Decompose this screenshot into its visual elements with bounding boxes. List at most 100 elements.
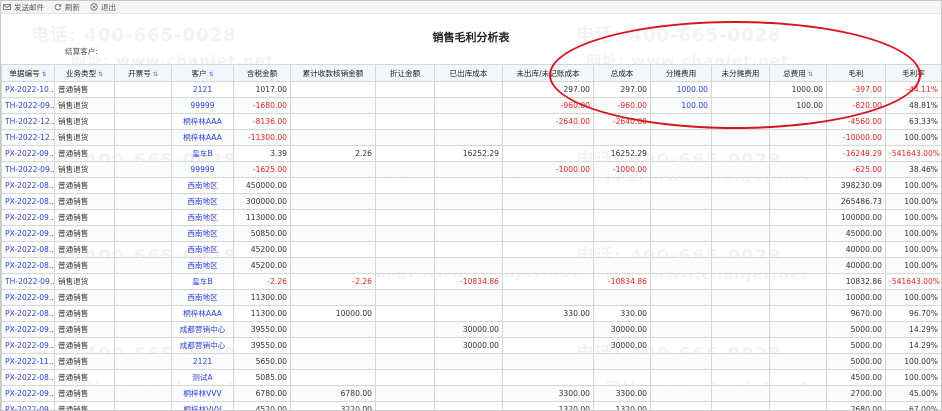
table-row[interactable]: TH-2022-09... 销售退货 玺车B -2.26 -2.26 -10834.86-… — [1, 273, 941, 290]
table-row[interactable]: PX-2022-08... 普通销售 西南地区 300000.00 265486.73 1… — [1, 193, 941, 210]
table-row[interactable]: PX-2022-08... 普通销售 桐梓林AAA 11300.00 10000.00 3… — [1, 305, 941, 322]
table-row[interactable]: PX-2022-09... 普通销售 桐梓林VVV 6780.00 6780.00 330… — [1, 385, 941, 402]
table-row[interactable]: PX-2022-09... 普通销售 玺车B 3.39 2.26 16252.29 1625… — [1, 145, 941, 162]
table-row[interactable]: PX-2022-09... 普通销售 西南地区 50850.00 45000.00 100… — [1, 225, 941, 242]
table-row[interactable]: PX-2022-11... 普通销售 2121 5650.00 5000.00 100.0… — [1, 353, 941, 370]
cell-doc-no[interactable]: TH-2022-09... — [1, 273, 55, 290]
cell-customer[interactable]: 西南地区 — [171, 257, 234, 274]
col-header-unshipped-cost[interactable]: 未出库/未记账成本 — [502, 64, 594, 82]
sort-icon[interactable]: ⇅ — [42, 71, 47, 78]
table-row[interactable]: PX-2022-09... 普通销售 成都营销中心 39550.00 30000.00 3… — [1, 321, 941, 338]
col-header-total-expense[interactable]: 总费用 ⇅ — [769, 64, 827, 82]
col-header-discount[interactable]: 折让金额 — [375, 64, 435, 82]
cell-customer[interactable]: 99999 — [171, 161, 234, 178]
table-row[interactable]: TH-2022-12... 销售退货 桐梓林AAA -8136.00 -2640.00-… — [1, 113, 941, 130]
cell-doc-no[interactable]: PX-2022-10... — [1, 81, 55, 98]
cell-doc-no[interactable]: PX-2022-08... — [1, 257, 55, 274]
cell-doc-no[interactable]: PX-2022-11... — [1, 353, 55, 370]
exit-button[interactable]: 退出 — [90, 2, 116, 13]
cell-customer[interactable]: 桐梓林AAA — [171, 113, 234, 130]
cell-customer[interactable]: 桐梓林VVV — [171, 401, 234, 410]
col-header-received-amount[interactable]: 累计收款核销金额 — [290, 64, 376, 82]
cell-doc-no[interactable]: PX-2022-09... — [1, 385, 55, 402]
cell-business-type: 销售退货 — [54, 161, 115, 178]
cell-unshipped-cost — [502, 273, 594, 290]
col-header-shipped-cost[interactable]: 已出库成本 — [434, 64, 503, 82]
table-row[interactable]: PX-2022-08... 普通销售 西南地区 45200.00 40000.00 100… — [1, 257, 941, 274]
cell-customer[interactable]: 2121 — [171, 353, 234, 370]
table-row[interactable]: TH-2022-09... 销售退货 99999 -1680.00 -960.00 -96… — [1, 97, 941, 114]
cell-margin-rate: 100.00% — [885, 241, 941, 258]
table-row[interactable]: PX-2022-08... 普通销售 西南地区 450000.00 398230.09 1… — [1, 177, 941, 194]
cell-shipped-cost — [434, 305, 503, 322]
cell-received-amount: 6780.00 — [290, 385, 376, 402]
col-header-customer[interactable]: 客户 ⇅ — [171, 64, 234, 82]
cell-customer[interactable]: 西南地区 — [171, 177, 234, 194]
sort-icon[interactable]: ⇅ — [98, 71, 103, 78]
cell-customer[interactable]: 成都营销中心 — [171, 337, 234, 354]
table-row[interactable]: PX-2022-09... 普通销售 西南地区 11300.00 10000.00 100… — [1, 289, 941, 306]
col-header-gross-profit[interactable]: 毛利 — [826, 64, 886, 82]
cell-tax-amount: 11300.00 — [233, 289, 291, 306]
sort-icon[interactable]: ⇅ — [808, 71, 813, 78]
table-row[interactable]: PX-2022-09... 普通销售 西南地区 113000.00 100000.00 1… — [1, 209, 941, 226]
col-header-doc-no[interactable]: 单据编号 ⇅ — [1, 64, 55, 82]
cell-doc-no[interactable]: PX-2022-09... — [1, 401, 55, 410]
cell-business-type: 普通销售 — [54, 81, 115, 98]
cell-doc-no[interactable]: PX-2022-09... — [1, 289, 55, 306]
cell-customer[interactable]: 成都营销中心 — [171, 321, 234, 338]
cell-doc-no[interactable]: TH-2022-09... — [1, 161, 55, 178]
col-header-total-cost[interactable]: 总成本 — [593, 64, 651, 82]
col-header-business-type[interactable]: 业务类型 ⇅ — [54, 64, 115, 82]
cell-customer[interactable]: 测试A — [171, 369, 234, 386]
cell-customer[interactable]: 西南地区 — [171, 289, 234, 306]
cell-doc-no[interactable]: PX-2022-08... — [1, 305, 55, 322]
cell-doc-no[interactable]: TH-2022-12... — [1, 129, 55, 146]
cell-unshipped-cost — [502, 369, 594, 386]
cell-doc-no[interactable]: TH-2022-12... — [1, 113, 55, 130]
cell-customer[interactable]: 玺车B — [171, 273, 234, 290]
cell-doc-no[interactable]: PX-2022-08... — [1, 177, 55, 194]
table-row[interactable]: PX-2022-10... 普通销售 2121 1017.00 297.00 297.00… — [1, 81, 941, 98]
cell-customer[interactable]: 桐梓林AAA — [171, 129, 234, 146]
col-header-unallocated-expense[interactable]: 未分摊费用 — [711, 64, 770, 82]
cell-received-amount — [290, 113, 376, 130]
cell-doc-no[interactable]: PX-2022-09... — [1, 321, 55, 338]
cell-total-expense — [769, 145, 827, 162]
cell-doc-no[interactable]: PX-2022-08... — [1, 241, 55, 258]
table-row[interactable]: PX-2022-09... 普通销售 成都营销中心 39550.00 30000.00 3… — [1, 337, 941, 354]
cell-customer[interactable]: 西南地区 — [171, 209, 234, 226]
cell-customer[interactable]: 西南地区 — [171, 225, 234, 242]
cell-doc-no[interactable]: PX-2022-09... — [1, 209, 55, 226]
col-header-invoice-no[interactable]: 开票号 ⇅ — [114, 64, 172, 82]
cell-tax-amount: 6780.00 — [233, 385, 291, 402]
col-header-margin-rate[interactable]: 毛利率 — [885, 64, 941, 82]
send-email-button[interactable]: 发送邮件 — [3, 2, 44, 13]
refresh-button[interactable]: 刷新 — [54, 2, 80, 13]
table-row[interactable]: TH-2022-12... 销售退货 桐梓林AAA -11300.00 -10000.0… — [1, 129, 941, 146]
col-header-tax-amount[interactable]: 含税金额 — [233, 64, 291, 82]
cell-customer[interactable]: 桐梓林VVV — [171, 385, 234, 402]
cell-total-cost: -960.00 — [593, 97, 651, 114]
cell-customer[interactable]: 西南地区 — [171, 193, 234, 210]
cell-customer[interactable]: 玺车B — [171, 145, 234, 162]
cell-customer[interactable]: 2121 — [171, 81, 234, 98]
cell-customer[interactable]: 西南地区 — [171, 241, 234, 258]
table-row[interactable]: PX-2022-08... 普通销售 西南地区 45200.00 40000.00 100… — [1, 241, 941, 258]
cell-doc-no[interactable]: PX-2022-08... — [1, 369, 55, 386]
table-row[interactable]: TH-2022-09... 销售退货 99999 -1625.00 -1000.00 -1… — [1, 161, 941, 178]
sort-icon[interactable]: ⇅ — [209, 71, 214, 78]
table-row[interactable]: PX-2022-09... 普通销售 桐梓林VVV 4520.00 3220.00 132… — [1, 401, 941, 410]
cell-total-expense — [769, 193, 827, 210]
sort-icon[interactable]: ⇅ — [153, 71, 158, 78]
cell-doc-no[interactable]: PX-2022-08... — [1, 193, 55, 210]
cell-customer[interactable]: 桐梓林AAA — [171, 305, 234, 322]
col-header-allocated-expense[interactable]: 分摊费用 — [650, 64, 712, 82]
cell-unshipped-cost — [502, 289, 594, 306]
table-row[interactable]: PX-2022-08... 普通销售 测试A 5085.00 4500.00 100.00… — [1, 369, 941, 386]
cell-doc-no[interactable]: PX-2022-09... — [1, 145, 55, 162]
cell-doc-no[interactable]: PX-2022-09... — [1, 337, 55, 354]
cell-doc-no[interactable]: PX-2022-09... — [1, 225, 55, 242]
cell-customer[interactable]: 99999 — [171, 97, 234, 114]
cell-doc-no[interactable]: TH-2022-09... — [1, 97, 55, 114]
